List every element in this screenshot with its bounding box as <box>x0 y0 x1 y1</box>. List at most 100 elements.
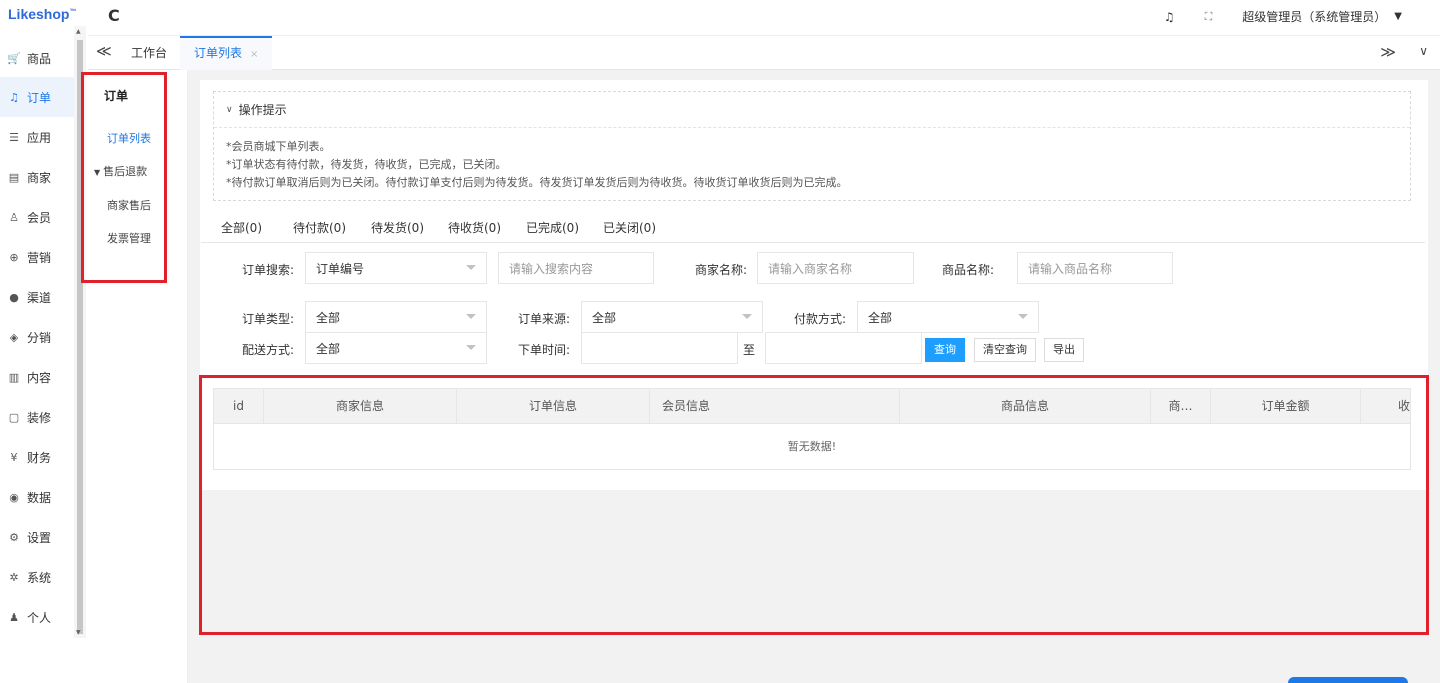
status-tab-closed[interactable]: 已关闭(0) <box>603 219 656 236</box>
tabs-scroll-left-icon[interactable]: ≪ <box>96 42 112 60</box>
status-tab-pending-receipt[interactable]: 待收货(0) <box>448 219 501 236</box>
order-time-label: 下单时间: <box>518 343 571 357</box>
dropdown-arrow-icon <box>466 314 476 319</box>
query-button[interactable]: 查询 <box>925 338 965 362</box>
dropdown-arrow-icon <box>742 314 752 319</box>
merchant-name-input[interactable]: 请输入商家名称 <box>757 252 914 284</box>
floating-widget[interactable] <box>1288 677 1408 683</box>
status-tab-pending-payment[interactable]: 待付款(0) <box>293 219 346 236</box>
order-status-tabs: 全部(0) 待付款(0) 待发货(0) 待收货(0) 已完成(0) 已关闭(0) <box>201 211 1425 243</box>
tips-header[interactable]: ∨ 操作提示 <box>214 92 1410 128</box>
system-icon: ✲ <box>9 570 19 584</box>
order-source-select[interactable]: 全部 <box>581 301 763 333</box>
delivery-method-select[interactable]: 全部 <box>305 332 487 364</box>
sidebar-item-label: 内容 <box>27 370 52 385</box>
refresh-icon[interactable]: C <box>108 6 120 25</box>
delivery-label: 配送方式: <box>242 343 295 357</box>
search-label: 订单搜索: <box>242 263 295 277</box>
search-type-select[interactable]: 订单编号 <box>305 252 487 284</box>
sidebar-item-3[interactable]: ▤ 商家 <box>0 157 74 197</box>
caret-down-icon[interactable]: ▼ <box>1394 11 1402 22</box>
sidebar-item-12[interactable]: ⚙ 设置 <box>0 517 74 557</box>
sidebar-item-label: 财务 <box>27 450 52 465</box>
user-menu[interactable]: 超级管理员（系统管理员） <box>1242 8 1386 25</box>
clear-query-button[interactable]: 清空查询 <box>974 338 1036 362</box>
order-time-start-input[interactable] <box>581 332 738 364</box>
tip-line: *待付款订单取消后则为已关闭。待付款订单支付后则为待发货。待发货订单发货后则为待… <box>226 176 848 189</box>
sidebar-item-6[interactable]: ● 渠道 <box>0 277 74 317</box>
sidebar-item-9[interactable]: ▢ 装修 <box>0 397 74 437</box>
book-icon: ▥ <box>8 370 20 384</box>
tab-bar: ≪ 工作台 订单列表 × ≫ ∨ <box>88 36 1440 70</box>
apps-icon: ☰ <box>9 130 19 144</box>
search-input[interactable]: 请输入搜索内容 <box>498 252 654 284</box>
goods-label: 商品名称: <box>942 263 995 277</box>
sidebar-item-label: 应用 <box>27 130 52 145</box>
sidebar-item-label: 设置 <box>27 530 52 545</box>
sidebar-item-label: 商家 <box>27 170 52 185</box>
dropdown-arrow-icon <box>466 265 476 270</box>
sidebar-item-13[interactable]: ✲ 系统 <box>0 557 74 597</box>
chevron-down-icon[interactable]: ∨ <box>226 105 233 115</box>
tab-order-list[interactable]: 订单列表 × <box>180 36 272 70</box>
status-tab-all[interactable]: 全部(0) <box>221 219 262 236</box>
tabs-scroll-right-icon[interactable]: ≫ <box>1380 43 1396 61</box>
scroll-up-icon[interactable]: ▲ <box>76 28 81 35</box>
merchant-label: 商家名称: <box>695 263 748 277</box>
sidebar-item-label: 数据 <box>27 490 52 505</box>
tab-workbench[interactable]: 工作台 <box>120 36 178 70</box>
person-icon: ♟ <box>9 610 19 624</box>
user-icon: ♙ <box>9 210 19 224</box>
data-icon: ◉ <box>9 490 19 504</box>
order-type-select[interactable]: 全部 <box>305 301 487 333</box>
sidebar-item-label: 营销 <box>27 250 52 265</box>
sidebar-item-label: 会员 <box>27 210 52 225</box>
sidebar-item-label: 系统 <box>27 570 52 585</box>
sidebar-item-1[interactable]: ♫ 订单 <box>0 77 74 117</box>
fullscreen-icon[interactable]: ⛶ <box>1205 10 1213 24</box>
order-source-label: 订单来源: <box>518 312 571 326</box>
sidebar-item-label: 渠道 <box>27 290 52 305</box>
store-icon: ▤ <box>8 170 20 184</box>
decorate-icon: ▢ <box>8 410 20 424</box>
sidebar-item-label: 分销 <box>27 330 52 345</box>
sidebar-item-11[interactable]: ◉ 数据 <box>0 477 74 517</box>
dropdown-arrow-icon <box>1018 314 1028 319</box>
time-range-separator: 至 <box>743 343 756 357</box>
highlight-box-table <box>199 375 1429 635</box>
scroll-down-icon[interactable]: ▼ <box>76 629 81 636</box>
main-sidebar: Likeshop™ 🛒 商品 ♫ 订单 ☰ 应用 ▤ 商家 ♙ 会员 ⊕ 营销 ● 渠道 ◈ 分销 ▥ 内容 ▢ 装修… <box>0 0 88 683</box>
layers-icon: ◈ <box>9 330 19 344</box>
bell-icon: ♫ <box>9 90 19 104</box>
dropdown-arrow-icon <box>466 345 476 350</box>
sidebar-item-2[interactable]: ☰ 应用 <box>0 117 74 157</box>
tabs-more-icon[interactable]: ∨ <box>1419 44 1428 58</box>
yen-icon: ¥ <box>10 450 18 464</box>
status-tab-pending-shipment[interactable]: 待发货(0) <box>371 219 424 236</box>
notification-bell-icon[interactable]: ♫ <box>1164 10 1175 24</box>
sidebar-item-label: 商品 <box>27 51 52 66</box>
order-type-label: 订单类型: <box>242 312 295 326</box>
sidebar-item-14[interactable]: ♟ 个人 <box>0 597 74 637</box>
logo[interactable]: Likeshop™ <box>8 6 76 22</box>
sidebar-item-label: 订单 <box>27 90 52 105</box>
status-tab-completed[interactable]: 已完成(0) <box>526 219 579 236</box>
close-tab-icon[interactable]: × <box>250 49 258 60</box>
export-button[interactable]: 导出 <box>1044 338 1084 362</box>
pay-method-select[interactable]: 全部 <box>857 301 1039 333</box>
sidebar-item-4[interactable]: ♙ 会员 <box>0 197 74 237</box>
sidebar-item-5[interactable]: ⊕ 营销 <box>0 237 74 277</box>
highlight-box-submenu <box>81 72 167 283</box>
sidebar-item-0[interactable]: 🛒 商品 <box>0 38 74 78</box>
sidebar-item-10[interactable]: ¥ 财务 <box>0 437 74 477</box>
marketing-icon: ⊕ <box>9 250 19 264</box>
sidebar-item-7[interactable]: ◈ 分销 <box>0 317 74 357</box>
sidebar-item-label: 装修 <box>27 410 52 425</box>
order-time-end-input[interactable] <box>765 332 922 364</box>
sidebar-item-8[interactable]: ▥ 内容 <box>0 357 74 397</box>
tip-line: *订单状态有待付款，待发货，待收货，已完成，已关闭。 <box>226 158 507 171</box>
operation-tips: ∨ 操作提示 *会员商城下单列表。 *订单状态有待付款，待发货，待收货，已完成，… <box>213 91 1411 201</box>
channel-icon: ● <box>9 290 19 304</box>
goods-name-input[interactable]: 请输入商品名称 <box>1017 252 1173 284</box>
tip-line: *会员商城下单列表。 <box>226 140 331 153</box>
